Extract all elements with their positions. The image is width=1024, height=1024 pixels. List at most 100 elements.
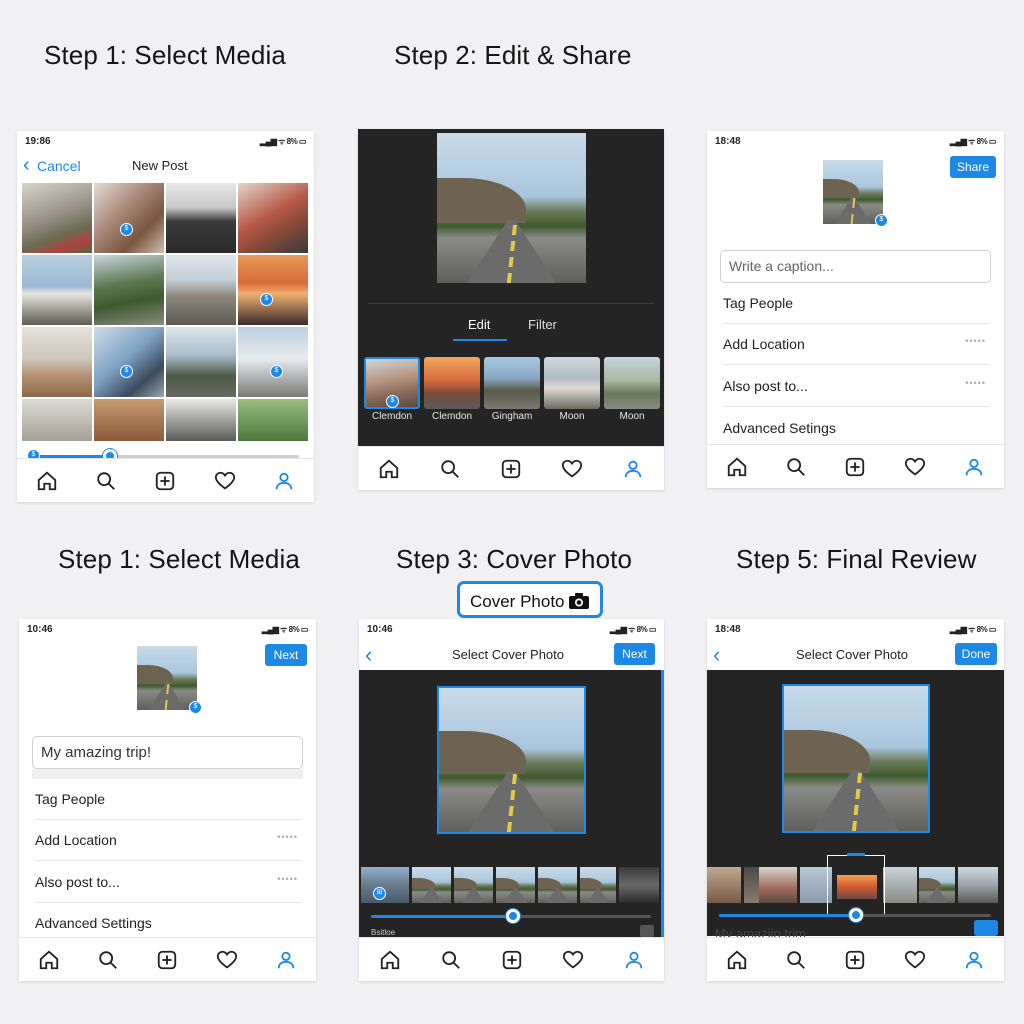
media-thumb[interactable] bbox=[22, 327, 92, 397]
home-icon[interactable] bbox=[38, 949, 60, 971]
done-button[interactable]: Done bbox=[955, 643, 997, 665]
search-icon[interactable] bbox=[95, 470, 117, 492]
share-button[interactable]: Share bbox=[950, 156, 996, 178]
frame-thumb[interactable] bbox=[412, 867, 451, 903]
home-icon[interactable] bbox=[726, 456, 748, 478]
search-icon[interactable] bbox=[440, 949, 462, 971]
back-chevron-icon[interactable]: ‹ bbox=[365, 642, 372, 668]
selected-frame-box[interactable] bbox=[827, 855, 885, 915]
media-thumb[interactable] bbox=[94, 399, 164, 441]
frame-thumb[interactable] bbox=[454, 867, 493, 903]
search-icon[interactable] bbox=[439, 458, 461, 480]
media-thumb[interactable] bbox=[166, 183, 236, 253]
home-icon[interactable] bbox=[378, 458, 400, 480]
media-thumb[interactable] bbox=[166, 327, 236, 397]
profile-icon[interactable] bbox=[623, 949, 645, 971]
filter-thumb[interactable] bbox=[544, 357, 600, 409]
media-thumb[interactable] bbox=[238, 183, 308, 253]
row-label: Advanced Setings bbox=[723, 420, 836, 436]
back-chevron-icon[interactable]: ‹ bbox=[713, 642, 720, 668]
frame-thumb[interactable] bbox=[958, 867, 998, 903]
row-label: Also post to... bbox=[723, 378, 808, 394]
frame-thumb[interactable] bbox=[883, 867, 917, 903]
frame-thumb[interactable] bbox=[580, 867, 616, 903]
page-title: Select Cover Photo bbox=[452, 647, 565, 662]
media-thumb[interactable] bbox=[22, 183, 92, 253]
heart-icon[interactable] bbox=[216, 949, 238, 971]
heart-icon[interactable] bbox=[214, 470, 236, 492]
divider bbox=[368, 303, 654, 304]
home-icon[interactable] bbox=[36, 470, 58, 492]
filter-thumb[interactable] bbox=[604, 357, 660, 409]
filter-thumb[interactable] bbox=[484, 357, 540, 409]
media-thumb[interactable] bbox=[238, 255, 308, 325]
add-location-row[interactable]: Add Location ••••• bbox=[35, 820, 302, 861]
media-thumb[interactable] bbox=[166, 255, 236, 325]
frame-thumb[interactable] bbox=[538, 867, 577, 903]
heart-icon[interactable] bbox=[904, 949, 926, 971]
frame-thumb[interactable] bbox=[619, 867, 659, 903]
add-post-icon[interactable] bbox=[154, 470, 176, 492]
scroll-handle[interactable] bbox=[640, 925, 654, 937]
phone-caption: 10:46 ▂▄▆ ᯤ 8% ▭ $ Next My amazing trip!… bbox=[19, 619, 316, 981]
filter-thumb[interactable] bbox=[424, 357, 480, 409]
caption-input[interactable]: Write a caption... bbox=[720, 250, 991, 283]
cover-slider[interactable] bbox=[719, 908, 991, 922]
search-icon[interactable] bbox=[785, 456, 807, 478]
heart-icon[interactable] bbox=[561, 458, 583, 480]
back-chevron-icon[interactable]: ‹ bbox=[23, 154, 30, 177]
add-post-icon[interactable] bbox=[501, 949, 523, 971]
phone-edit: Edit Filter $ Clemdon Clemdon Gingham Mo… bbox=[358, 129, 664, 490]
selection-badge: $ bbox=[260, 293, 273, 306]
cancel-button[interactable]: Cancel bbox=[37, 158, 81, 174]
add-location-row[interactable]: Add Location ••••• bbox=[723, 324, 990, 365]
advanced-settings-row[interactable]: Advanced Setings bbox=[723, 408, 990, 449]
frame-thumb[interactable] bbox=[496, 867, 535, 903]
add-post-icon[interactable] bbox=[500, 458, 522, 480]
search-icon[interactable] bbox=[97, 949, 119, 971]
add-post-icon[interactable] bbox=[844, 949, 866, 971]
frame-thumb[interactable] bbox=[759, 867, 797, 903]
add-post-icon[interactable] bbox=[844, 456, 866, 478]
frame-thumb[interactable] bbox=[919, 867, 955, 903]
frame-thumb[interactable] bbox=[707, 867, 741, 903]
profile-icon[interactable] bbox=[963, 456, 985, 478]
media-thumb[interactable] bbox=[94, 327, 164, 397]
media-thumb[interactable] bbox=[22, 255, 92, 325]
tab-edit[interactable]: Edit bbox=[468, 317, 490, 332]
heart-icon[interactable] bbox=[562, 949, 584, 971]
slider-caption: Bsitloe bbox=[371, 928, 396, 937]
profile-icon[interactable] bbox=[275, 949, 297, 971]
media-thumb[interactable] bbox=[22, 399, 92, 441]
cover-editor bbox=[707, 670, 1004, 936]
status-icons: ▂▄▆ ᯤ 8% ▭ bbox=[259, 137, 307, 146]
media-thumb[interactable] bbox=[238, 399, 308, 441]
home-icon[interactable] bbox=[726, 949, 748, 971]
search-icon[interactable] bbox=[785, 949, 807, 971]
add-post-icon[interactable] bbox=[156, 949, 178, 971]
tab-filter[interactable]: Filter bbox=[528, 317, 557, 332]
media-thumb[interactable] bbox=[238, 327, 308, 397]
home-icon[interactable] bbox=[379, 949, 401, 971]
edit-caption-icon[interactable] bbox=[974, 920, 998, 936]
heart-icon[interactable] bbox=[904, 456, 926, 478]
tag-people-row[interactable]: Tag People bbox=[723, 283, 990, 324]
step-1-title-repeat: Step 1: Select Media bbox=[58, 544, 300, 574]
also-post-row[interactable]: Also post to... ••••• bbox=[35, 862, 302, 903]
media-thumb[interactable] bbox=[94, 183, 164, 253]
cover-slider[interactable] bbox=[371, 909, 651, 923]
next-button[interactable]: Next bbox=[265, 644, 307, 666]
profile-icon[interactable] bbox=[622, 458, 644, 480]
also-post-row[interactable]: Also post to... ••••• bbox=[723, 366, 990, 407]
frame-thumb[interactable] bbox=[361, 867, 409, 903]
media-thumb[interactable] bbox=[94, 255, 164, 325]
row-label: Also post to... bbox=[35, 874, 120, 890]
preview-image bbox=[437, 133, 586, 283]
profile-icon[interactable] bbox=[273, 470, 295, 492]
profile-icon[interactable] bbox=[963, 949, 985, 971]
media-thumb[interactable] bbox=[166, 399, 236, 441]
tag-people-row[interactable]: Tag People bbox=[35, 779, 302, 820]
caption-input[interactable]: My amazing trip! bbox=[32, 736, 303, 769]
next-button[interactable]: Next bbox=[614, 643, 655, 665]
cover-photo-badge[interactable]: Cover Photo bbox=[457, 581, 603, 618]
